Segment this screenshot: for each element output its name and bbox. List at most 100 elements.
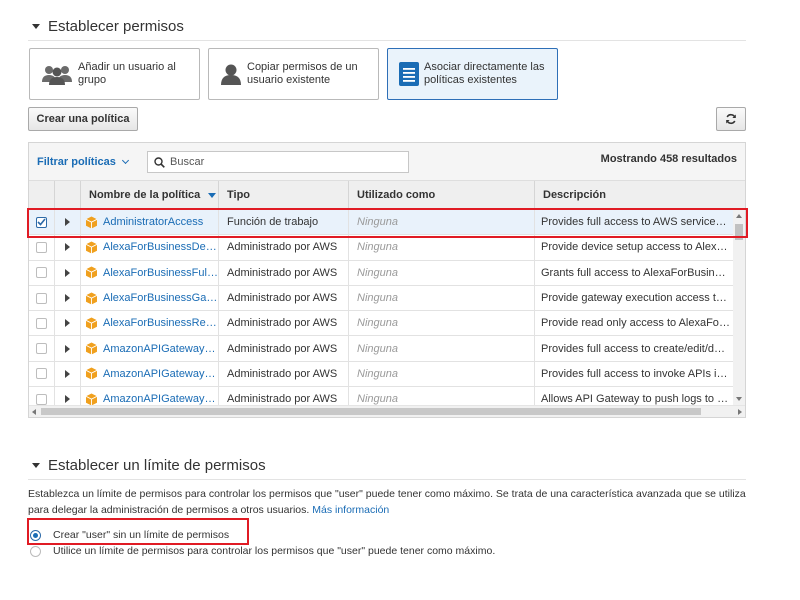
row-expand-cell[interactable] — [55, 387, 81, 405]
policy-name-link[interactable]: AlexaForBusinessReadOnlyAccess — [103, 317, 218, 329]
policy-name-cell: AmazonAPIGatewayAdministrator — [81, 336, 219, 361]
table-row[interactable]: AlexaForBusinessFullAccessAdministrado p… — [29, 260, 745, 286]
column-label: Tipo — [227, 189, 251, 201]
policy-description-cell: Provide gateway execution access to Alex… — [535, 286, 731, 310]
row-select-cell — [29, 210, 55, 235]
expand-icon[interactable] — [65, 294, 70, 303]
row-checkbox[interactable] — [36, 241, 47, 253]
refresh-button[interactable] — [716, 107, 746, 131]
scroll-right-icon[interactable] — [738, 409, 742, 415]
policy-description: Grants full access to AlexaForBusiness r… — [541, 266, 731, 279]
table-toolbar: Filtrar políticas Mostrando 458 resultad… — [29, 143, 745, 181]
search-box[interactable] — [147, 151, 409, 173]
policy-name-cell: AlexaForBusinessFullAccess — [81, 260, 219, 285]
expand-icon[interactable] — [65, 344, 70, 353]
policy-name-link[interactable]: AlexaForBusinessDeviceSetup — [103, 241, 218, 253]
horizontal-scrollbar[interactable] — [29, 405, 745, 417]
search-input[interactable] — [170, 156, 400, 168]
policy-used-cell: Ninguna — [349, 260, 535, 285]
vertical-scrollbar[interactable] — [733, 210, 745, 405]
row-expand-cell[interactable] — [55, 285, 81, 311]
policy-used-cell: Ninguna — [349, 285, 535, 311]
expand-icon[interactable] — [65, 369, 70, 378]
option-label: Asociar directamente las políticas exist… — [424, 61, 545, 86]
policy-name-link[interactable]: AlexaForBusinessGatewayExecution — [103, 292, 218, 304]
column-label: Utilizado como — [357, 189, 436, 201]
option-add-user-to-group[interactable]: Añadir un usuario al grupo — [29, 48, 200, 100]
row-expand-cell[interactable] — [55, 210, 81, 235]
table-row[interactable]: AlexaForBusinessGatewayExecutionAdminist… — [29, 285, 745, 312]
scroll-up-icon[interactable] — [736, 214, 742, 218]
row-select-cell — [29, 285, 55, 311]
row-checkbox[interactable] — [36, 216, 47, 228]
policy-box-icon — [85, 292, 98, 305]
row-checkbox[interactable] — [36, 393, 47, 405]
policy-box-icon — [85, 342, 98, 355]
policy-box-icon — [85, 317, 98, 330]
header-type[interactable]: Tipo — [219, 181, 349, 209]
option-attach-policies[interactable]: Asociar directamente las políticas exist… — [387, 48, 558, 100]
table-row[interactable]: AdministratorAccess Función de trabajo Nin… — [29, 210, 745, 236]
policy-description-cell: Allows API Gateway to push logs to user'… — [535, 387, 731, 405]
expand-icon[interactable] — [65, 243, 70, 252]
row-checkbox[interactable] — [36, 267, 47, 279]
filter-policies-dropdown[interactable]: Filtrar políticas — [37, 156, 129, 168]
scroll-thumb[interactable] — [41, 408, 701, 415]
table-row[interactable]: AmazonAPIGatewayPushToCloudWatchLogsAdmi… — [29, 387, 745, 405]
policy-description-cell: Provide read only access to AlexaForBusi… — [535, 311, 731, 335]
policy-name-link[interactable]: AmazonAPIGatewayAdministrator — [103, 343, 218, 355]
create-policy-button[interactable]: Crear una política — [28, 107, 138, 131]
policy-name-link[interactable]: AmazonAPIGatewayPushToCloudWatchLogs — [103, 393, 218, 405]
expand-icon[interactable] — [65, 268, 70, 277]
policy-name-link[interactable]: AdministratorAccess — [103, 216, 203, 228]
expand-icon[interactable] — [65, 218, 70, 227]
table-row[interactable]: AmazonAPIGatewayAdministratorAdministrad… — [29, 336, 745, 362]
policy-box-icon — [85, 241, 98, 254]
scroll-thumb[interactable] — [735, 224, 743, 240]
table-row[interactable]: AlexaForBusinessReadOnlyAccessAdministra… — [29, 311, 745, 337]
header-used-as[interactable]: Utilizado como — [349, 181, 535, 209]
row-expand-cell[interactable] — [55, 361, 81, 387]
row-expand-cell[interactable] — [55, 336, 81, 361]
column-label: Descripción — [543, 189, 606, 201]
group-icon — [40, 62, 74, 86]
user-icon — [219, 62, 243, 86]
scroll-left-icon[interactable] — [32, 409, 36, 415]
search-icon — [154, 156, 165, 168]
chevron-down-icon — [121, 156, 129, 165]
option-copy-permissions[interactable]: Copiar permisos de un usuario existente — [208, 48, 379, 100]
row-checkbox[interactable] — [36, 292, 47, 304]
more-info-link[interactable]: Más información — [312, 504, 389, 516]
policy-box-icon — [85, 266, 98, 279]
radio-use-boundary[interactable]: Utilice un límite de permisos para contr… — [30, 545, 495, 557]
expand-icon[interactable] — [65, 319, 70, 328]
boundary-section-toggle[interactable]: Establecer un límite de permisos — [32, 457, 266, 474]
policy-description-cell: Provides full access to invoke APIs in A… — [535, 362, 731, 386]
filter-label: Filtrar políticas — [37, 156, 116, 168]
table-header: Nombre de la política Tipo Utilizado com… — [29, 181, 745, 209]
row-expand-cell[interactable] — [55, 235, 81, 260]
scroll-down-icon[interactable] — [736, 397, 742, 401]
header-policy-name[interactable]: Nombre de la política — [81, 181, 219, 209]
policy-description: Provide device setup access to AlexaForB… — [541, 241, 731, 254]
policy-description: Provide gateway execution access to Alex… — [541, 292, 731, 305]
header-description[interactable]: Descripción — [535, 181, 743, 209]
permissions-section-toggle[interactable]: Establecer permisos — [32, 18, 184, 35]
permissions-section-title: Establecer permisos — [48, 18, 184, 35]
row-expand-cell[interactable] — [55, 311, 81, 336]
table-row[interactable]: AlexaForBusinessDeviceSetupAdministrado … — [29, 235, 745, 261]
radio-no-boundary[interactable]: Crear "user" sin un límite de permisos — [30, 529, 229, 541]
expand-icon[interactable] — [65, 395, 70, 404]
policy-used-cell: Ninguna — [349, 235, 535, 260]
radio-button-selected[interactable] — [30, 529, 41, 541]
radio-button[interactable] — [30, 545, 41, 557]
row-checkbox[interactable] — [36, 368, 47, 380]
option-label: Copiar permisos de un usuario existente — [247, 61, 358, 86]
policy-name-link[interactable]: AlexaForBusinessFullAccess — [103, 267, 218, 279]
row-expand-cell[interactable] — [55, 260, 81, 285]
row-checkbox[interactable] — [36, 317, 47, 329]
row-select-cell — [29, 387, 55, 405]
table-row[interactable]: AmazonAPIGatewayInvokeFullAccessAdminist… — [29, 361, 745, 388]
row-checkbox[interactable] — [36, 343, 47, 355]
policy-name-link[interactable]: AmazonAPIGatewayInvokeFullAccess — [103, 368, 218, 380]
